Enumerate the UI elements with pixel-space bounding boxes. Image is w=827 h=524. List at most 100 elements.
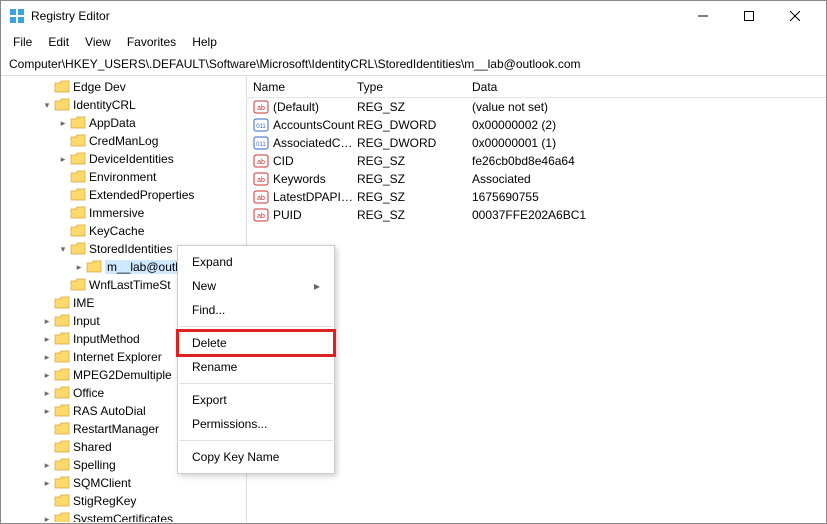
context-expand[interactable]: Expand: [178, 250, 334, 274]
folder-icon: [54, 332, 70, 346]
folder-icon: [70, 242, 86, 256]
tree-item-label: Shared: [73, 440, 112, 454]
tree-item[interactable]: ▸ SQMClient: [1, 474, 246, 492]
context-find[interactable]: Find...: [178, 298, 334, 322]
tree-item-label: Edge Dev: [73, 80, 126, 94]
chevron-icon[interactable]: ▸: [41, 406, 53, 417]
list-row[interactable]: ab CIDREG_SZfe26cb0bd8e46a64: [247, 152, 826, 170]
menubar: File Edit View Favorites Help: [1, 31, 826, 53]
tree-item-label: CredManLog: [89, 134, 158, 148]
chevron-icon[interactable]: ▸: [57, 118, 69, 129]
list-row[interactable]: abLatestDPAPIKey...REG_SZ1675690755: [247, 188, 826, 206]
value-name: Keywords: [273, 172, 357, 186]
column-name[interactable]: Name: [247, 80, 357, 94]
chevron-icon[interactable]: ▸: [41, 388, 53, 399]
column-type[interactable]: Type: [357, 80, 472, 94]
tree-item-label: SQMClient: [73, 476, 131, 490]
tree-item-label: WnfLastTimeSt: [89, 278, 171, 292]
context-copy-key-name[interactable]: Copy Key Name: [178, 445, 334, 469]
tree-item[interactable]: Edge Dev: [1, 78, 246, 96]
address-bar[interactable]: Computer\HKEY_USERS\.DEFAULT\Software\Mi…: [1, 53, 826, 76]
folder-icon: [54, 404, 70, 418]
value-type-icon: ab: [253, 208, 269, 222]
list-header: Name Type Data: [247, 76, 826, 98]
value-name: LatestDPAPIKey...: [273, 190, 357, 204]
folder-icon: [54, 422, 70, 436]
list-row[interactable]: 011AssociatedCountREG_DWORD0x00000001 (1…: [247, 134, 826, 152]
maximize-button[interactable]: [726, 1, 772, 31]
value-type-icon: ab: [253, 172, 269, 186]
value-type-icon: ab: [253, 154, 269, 168]
list-row[interactable]: abPUIDREG_SZ00037FFE202A6BC1: [247, 206, 826, 224]
value-name: AccountsCount: [273, 118, 357, 132]
chevron-icon[interactable]: ▸: [41, 478, 53, 489]
tree-item[interactable]: ▸ SystemCertificates: [1, 510, 246, 522]
folder-icon: [70, 206, 86, 220]
folder-icon: [54, 314, 70, 328]
chevron-icon[interactable]: ▸: [57, 154, 69, 165]
svg-text:ab: ab: [257, 213, 265, 220]
folder-icon: [54, 476, 70, 490]
folder-icon: [70, 152, 86, 166]
svg-text:ab: ab: [257, 195, 265, 202]
value-type: REG_SZ: [357, 154, 472, 168]
chevron-icon[interactable]: ▸: [73, 262, 85, 273]
value-name: CID: [273, 154, 357, 168]
tree-item-label: IME: [73, 296, 94, 310]
titlebar: Registry Editor: [1, 1, 826, 31]
tree-item[interactable]: Immersive: [1, 204, 246, 222]
tree-item[interactable]: CredManLog: [1, 132, 246, 150]
menu-file[interactable]: File: [5, 33, 40, 51]
chevron-icon[interactable]: ▸: [41, 514, 53, 523]
tree-item[interactable]: ▸AppData: [1, 114, 246, 132]
window-title: Registry Editor: [31, 9, 110, 23]
tree-item-label: SystemCertificates: [73, 512, 173, 522]
tree-item[interactable]: ▸DeviceIdentities: [1, 150, 246, 168]
menu-view[interactable]: View: [77, 33, 119, 51]
chevron-icon[interactable]: ▸: [41, 460, 53, 471]
tree-item[interactable]: ▾IdentityCRL: [1, 96, 246, 114]
tree-item-label: RAS AutoDial: [73, 404, 146, 418]
list-row[interactable]: ab KeywordsREG_SZAssociated: [247, 170, 826, 188]
context-rename[interactable]: Rename: [178, 355, 334, 379]
minimize-button[interactable]: [680, 1, 726, 31]
list-row[interactable]: ab(Default)REG_SZ(value not set): [247, 98, 826, 116]
folder-icon: [70, 278, 86, 292]
tree-item[interactable]: KeyCache: [1, 222, 246, 240]
chevron-icon[interactable]: ▾: [57, 244, 69, 255]
menu-favorites[interactable]: Favorites: [119, 33, 184, 51]
chevron-icon[interactable]: ▸: [41, 370, 53, 381]
svg-text:011: 011: [256, 142, 266, 148]
column-data[interactable]: Data: [472, 80, 826, 94]
close-button[interactable]: [772, 1, 818, 31]
menu-help[interactable]: Help: [184, 33, 225, 51]
tree-item-label: Immersive: [89, 206, 144, 220]
chevron-icon[interactable]: ▸: [41, 316, 53, 327]
list-row[interactable]: 011AccountsCountREG_DWORD0x00000002 (2): [247, 116, 826, 134]
tree-item-label: KeyCache: [89, 224, 144, 238]
context-menu: Expand New▸ Find... Delete Rename Export…: [177, 245, 335, 474]
chevron-icon[interactable]: ▾: [41, 100, 53, 111]
menu-edit[interactable]: Edit: [40, 33, 77, 51]
value-type: REG_SZ: [357, 100, 472, 114]
value-type-icon: ab: [253, 190, 269, 204]
chevron-icon[interactable]: ▸: [41, 352, 53, 363]
tree-item[interactable]: ExtendedProperties: [1, 186, 246, 204]
context-export[interactable]: Export: [178, 388, 334, 412]
value-name: PUID: [273, 208, 357, 222]
value-type: REG_SZ: [357, 172, 472, 186]
context-new[interactable]: New▸: [178, 274, 334, 298]
folder-icon: [70, 188, 86, 202]
value-data: fe26cb0bd8e46a64: [472, 154, 826, 168]
tree-item[interactable]: StigRegKey: [1, 492, 246, 510]
tree-item-label: StoredIdentities: [89, 242, 172, 256]
value-data: Associated: [472, 172, 826, 186]
chevron-icon[interactable]: ▸: [41, 334, 53, 345]
context-permissions[interactable]: Permissions...: [178, 412, 334, 436]
tree-item[interactable]: Environment: [1, 168, 246, 186]
context-delete[interactable]: Delete: [178, 331, 334, 355]
tree-item-label: Spelling: [73, 458, 116, 472]
tree-item-label: Internet Explorer: [73, 350, 162, 364]
value-data: 1675690755: [472, 190, 826, 204]
tree-item-label: Input: [73, 314, 100, 328]
